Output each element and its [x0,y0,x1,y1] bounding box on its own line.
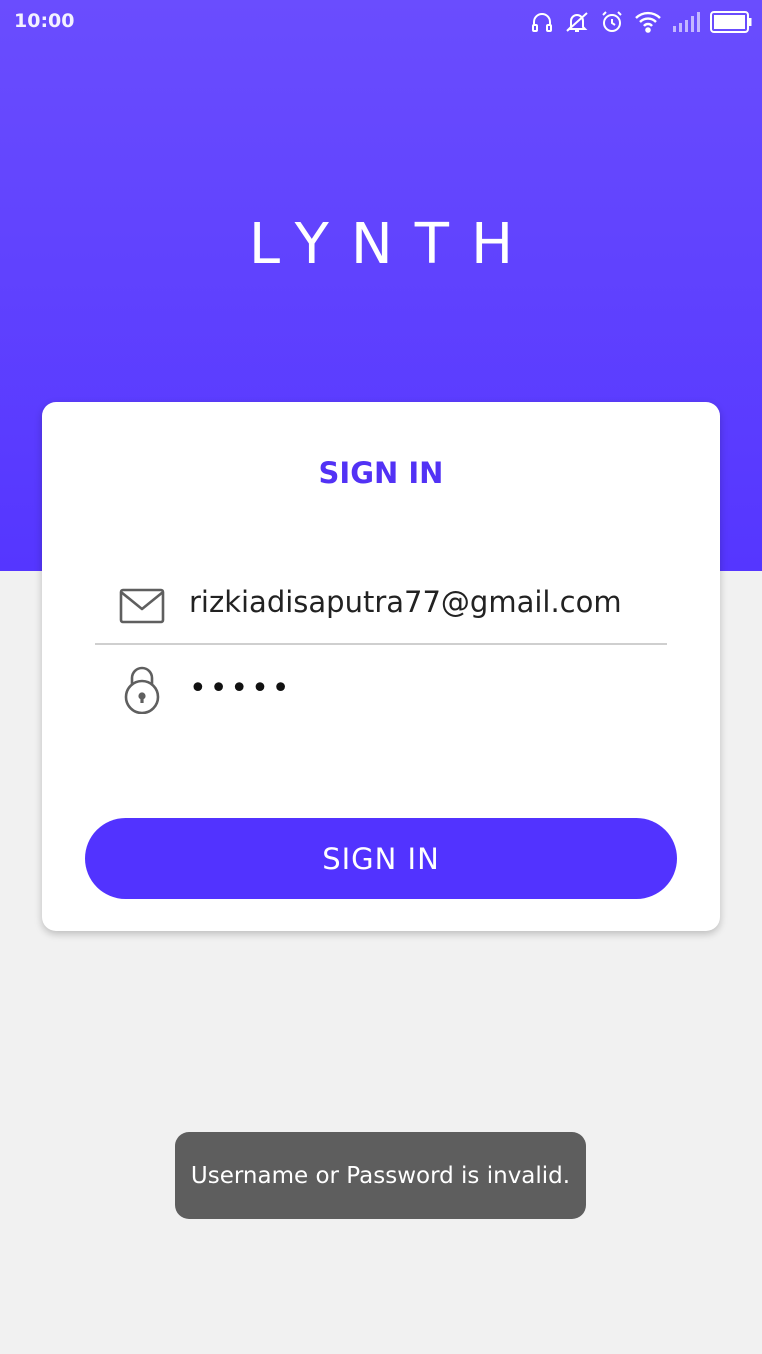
email-field [95,555,667,645]
battery-icon [710,11,752,33]
card-title: SIGN IN [318,456,444,490]
status-icons [530,8,752,36]
mail-icon [119,583,165,629]
signal-icon [672,12,700,32]
lock-icon [119,666,165,714]
sign-in-button[interactable]: SIGN IN [85,818,677,899]
status-time: 10:00 [14,10,75,32]
alarm-icon [600,10,624,34]
status-bar: 10:00 [0,0,762,44]
headphones-icon [530,10,554,34]
email-input[interactable] [189,581,659,623]
password-input[interactable]: ••••• [189,671,659,713]
wifi-icon [634,11,662,33]
error-toast: Username or Password is invalid. [175,1132,586,1219]
password-field: ••••• [95,651,667,741]
muted-bell-icon [564,10,590,34]
login-card: SIGN IN ••••• SIGN IN [42,402,720,931]
app-logo: LYNTH [248,212,536,277]
